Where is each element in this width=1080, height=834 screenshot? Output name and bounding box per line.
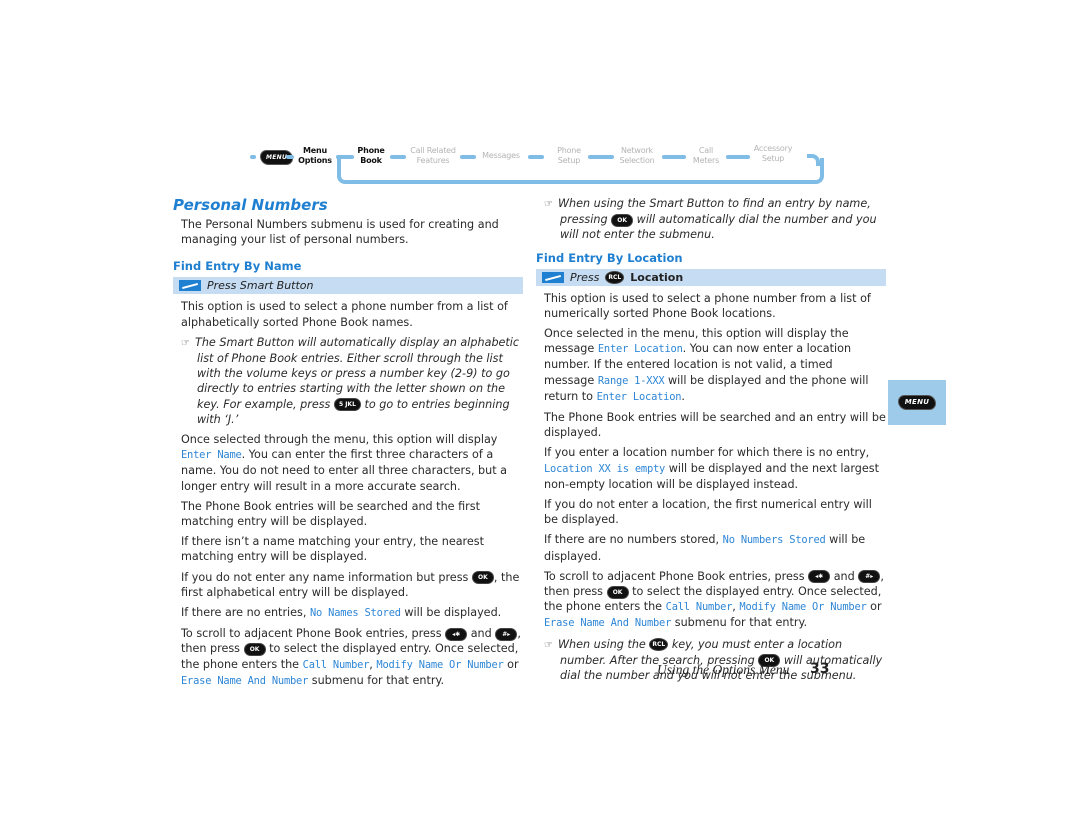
nav-connector bbox=[528, 155, 544, 159]
submenu-name: Modify Name Or Number bbox=[739, 601, 867, 614]
scroll-left-star-key-icon: ◂✱ bbox=[445, 627, 468, 641]
submenu-name: Erase Name And Number bbox=[544, 617, 672, 630]
rcl-key-icon: RCL bbox=[649, 638, 669, 652]
display-message: No Numbers Stored bbox=[722, 534, 826, 547]
paragraph: If you do not enter any name information… bbox=[181, 570, 520, 599]
display-message: Range 1-XXX bbox=[597, 374, 665, 387]
page-number: 33 bbox=[810, 661, 830, 677]
nav-connector bbox=[460, 155, 476, 159]
menu-key-icon: MENU bbox=[897, 395, 937, 410]
nav-item-messages: Messages bbox=[482, 151, 520, 160]
scroll-left-star-key-icon: ◂✱ bbox=[808, 570, 831, 584]
ok-key-icon: OK bbox=[471, 571, 494, 585]
nav-item-menu-options: Menu Options bbox=[298, 146, 332, 165]
scroll-hash-right-key-icon: #▸ bbox=[495, 627, 518, 641]
nav-item-call-meters: Call Meters bbox=[692, 146, 720, 165]
submenu-name: Erase Name And Number bbox=[181, 674, 309, 687]
chapter-side-tab: MENU bbox=[888, 380, 946, 425]
nav-item-call-related-features: Call Related Features bbox=[410, 146, 456, 165]
display-message: Location XX is empty bbox=[544, 462, 666, 475]
footer-chapter-title: Using the Options Menu bbox=[657, 662, 790, 677]
ok-key-icon: OK bbox=[606, 585, 629, 599]
tip-note: ☞ When using the Smart Button to find an … bbox=[544, 197, 877, 242]
left-column: Personal Numbers The Personal Numbers su… bbox=[173, 196, 523, 689]
paragraph: The Phone Book entries will be searched … bbox=[181, 499, 480, 529]
submenu-name: Call Number bbox=[665, 601, 733, 614]
ok-key-icon: OK bbox=[243, 642, 266, 656]
nav-connector bbox=[726, 155, 750, 159]
smart-button-icon bbox=[542, 271, 564, 283]
paragraph: If there are no numbers stored, No Numbe… bbox=[544, 533, 866, 563]
subhead-find-entry-by-location: Find Entry By Location bbox=[536, 250, 683, 265]
submenu-name: Modify Name Or Number bbox=[376, 658, 504, 671]
display-message: Enter Location bbox=[596, 390, 682, 403]
nav-item-phone-setup: Phone Setup bbox=[557, 146, 581, 165]
display-message: Enter Name bbox=[181, 449, 242, 462]
section-title: Personal Numbers bbox=[173, 196, 328, 214]
nav-loop-corner bbox=[807, 154, 820, 166]
key-5-jkl-icon: 5 JKL bbox=[333, 398, 361, 412]
right-column: ☞ When using the Smart Button to find an … bbox=[536, 196, 886, 683]
paragraph: This option is used to select a phone nu… bbox=[181, 300, 508, 329]
nav-connector bbox=[588, 155, 614, 159]
paragraph: Once selected through the menu, this opt… bbox=[181, 433, 508, 493]
instruction-bar-smart-button: Press Smart Button bbox=[173, 277, 523, 295]
rcl-key-icon: RCL bbox=[605, 270, 625, 284]
nav-connector bbox=[250, 155, 256, 159]
paragraph: To scroll to adjacent Phone Book entries… bbox=[544, 569, 884, 630]
paragraph: If there isn’t a name matching your entr… bbox=[181, 535, 485, 564]
nav-connector bbox=[662, 155, 686, 159]
nav-item-phone-book: Phone Book bbox=[357, 146, 385, 165]
pointing-hand-icon: ☞ bbox=[544, 199, 553, 210]
paragraph: Once selected in the menu, this option w… bbox=[544, 327, 869, 403]
intro-paragraph: The Personal Numbers submenu is used for… bbox=[181, 218, 499, 247]
nav-connector bbox=[286, 155, 294, 159]
paragraph: The Phone Book entries will be searched … bbox=[544, 411, 886, 440]
nav-item-accessory-setup: Accessory Setup bbox=[753, 144, 793, 163]
display-message: No Names Stored bbox=[309, 607, 401, 620]
smart-button-icon bbox=[179, 280, 201, 292]
scroll-hash-right-key-icon: #▸ bbox=[858, 570, 881, 584]
paragraph: If you enter a location number for which… bbox=[544, 446, 879, 491]
instruction-bar-press-rcl-location: Press RCL Location bbox=[536, 268, 886, 286]
menu-navigation-strip: MENU Menu Options Phone Book Call Related F… bbox=[248, 144, 824, 186]
instruction-text: Press Smart Button bbox=[207, 279, 314, 293]
pointing-hand-icon: ☞ bbox=[181, 337, 190, 349]
nav-item-network-selection: Network Selection bbox=[619, 146, 655, 165]
display-message: Enter Location bbox=[597, 343, 683, 356]
paragraph: If you do not enter a location, the firs… bbox=[544, 498, 872, 527]
tip-note: ☞ The Smart Button will automatically dis… bbox=[181, 335, 520, 426]
submenu-name: Call Number bbox=[302, 658, 370, 671]
ok-key-icon: OK bbox=[611, 213, 634, 227]
pointing-hand-icon: ☞ bbox=[544, 639, 553, 651]
paragraph: This option is used to select a phone nu… bbox=[544, 291, 871, 320]
paragraph: If there are no entries, No Names Stored… bbox=[181, 606, 502, 620]
paragraph: To scroll to adjacent Phone Book entries… bbox=[181, 627, 521, 687]
subhead-find-entry-by-name: Find Entry By Name bbox=[173, 259, 302, 274]
nav-connector bbox=[390, 155, 406, 159]
